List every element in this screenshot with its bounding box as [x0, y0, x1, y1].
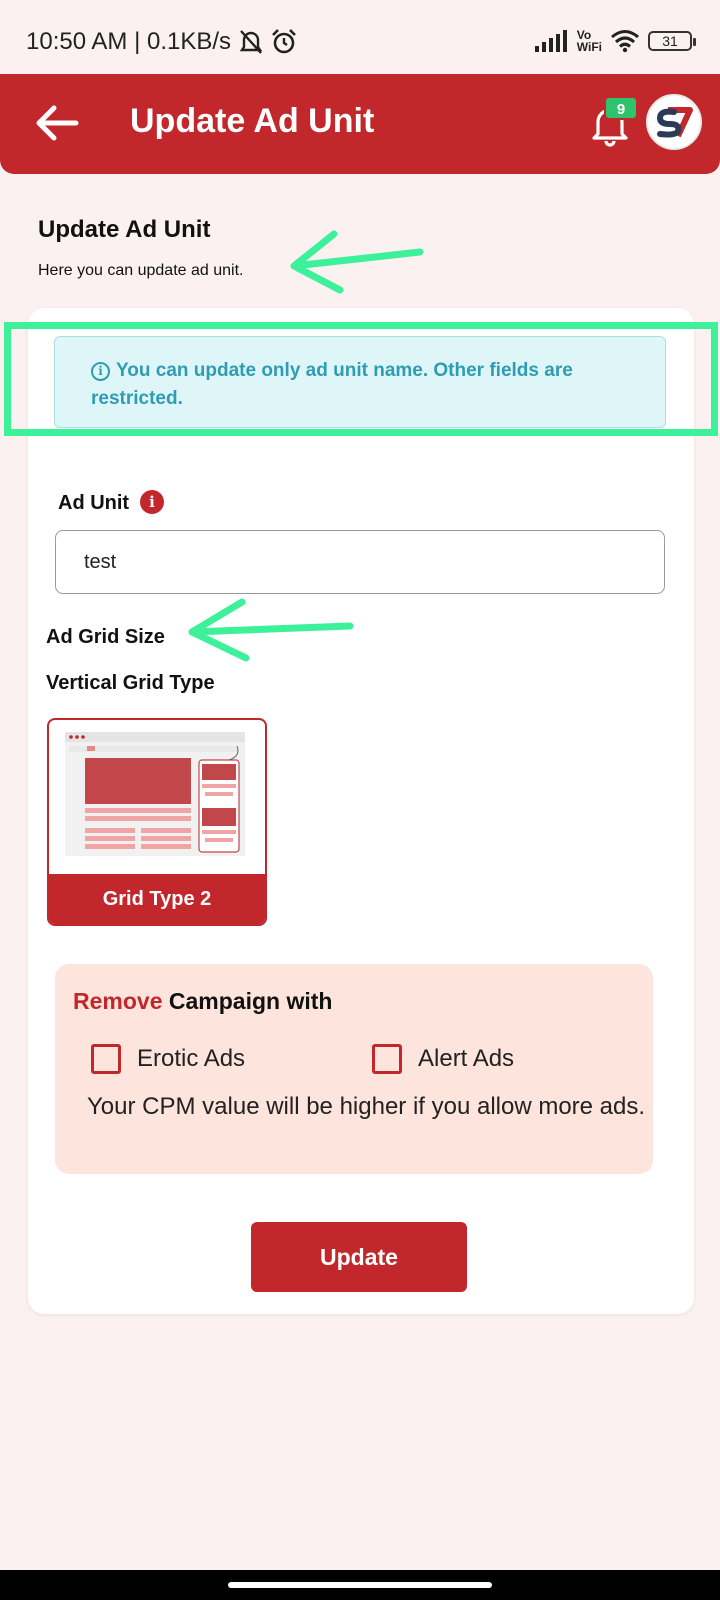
annotation-arrow-subtitle: [290, 230, 424, 294]
system-nav-bar: [0, 1570, 720, 1600]
ad-unit-input[interactable]: [55, 530, 665, 594]
erotic-ads-checkbox[interactable]: [91, 1044, 121, 1074]
alert-ads-checkbox[interactable]: [372, 1044, 402, 1074]
campaign-title-rest: Campaign with: [162, 988, 333, 1014]
header-title: Update Ad Unit: [130, 102, 375, 140]
avatar-logo: [656, 107, 693, 138]
info-icon[interactable]: i: [140, 490, 164, 514]
vowifi-indicator: Vo WiFi: [577, 29, 602, 53]
erotic-ads-option[interactable]: Erotic Ads: [91, 1042, 245, 1076]
back-arrow-icon[interactable]: [32, 100, 82, 146]
page-subtitle: Here you can update ad unit.: [38, 262, 244, 279]
grid-type-option[interactable]: Grid Type 2: [47, 718, 267, 926]
wifi-icon: [611, 30, 639, 53]
erotic-ads-label: Erotic Ads: [137, 1045, 246, 1072]
alert-ads-label: Alert Ads: [418, 1045, 515, 1072]
home-gesture-pill[interactable]: [228, 1582, 492, 1588]
update-button[interactable]: Update: [251, 1222, 467, 1292]
vowifi-bottom: WiFi: [576, 40, 602, 54]
grid-type-option-label: Grid Type 2: [49, 874, 265, 924]
ad-grid-size-label: Ad Grid Size: [46, 626, 165, 648]
app-header: Update Ad Unit 9: [0, 74, 720, 174]
campaign-title-highlight: Remove: [73, 988, 163, 1014]
battery-icon: 31: [648, 31, 696, 51]
signal-icon: [534, 30, 567, 52]
campaign-title: Remove Campaign with: [73, 988, 332, 1015]
alarm-icon: [272, 29, 296, 54]
page-title: Update Ad Unit: [38, 216, 211, 243]
remove-campaign-panel: Remove Campaign with Erotic Ads Alert Ad…: [55, 964, 653, 1174]
status-bar: 10:50 AM | 0.1KB/s Vo WiFi 31: [0, 0, 720, 74]
form-card: i You can update only ad unit name. Other…: [28, 308, 694, 1314]
notification-badge: 9: [604, 96, 638, 120]
cpm-note: Your CPM value will be higher if you all…: [87, 1093, 646, 1120]
annotation-arrow-grid-size: [188, 598, 354, 662]
alert-ads-option[interactable]: Alert Ads: [372, 1042, 514, 1076]
mute-bell-icon: [239, 30, 263, 54]
ad-unit-label: Ad Unit: [58, 492, 130, 514]
status-time: 10:50 AM | 0.1KB/s: [26, 28, 232, 55]
grid-preview-image: [65, 732, 245, 856]
grid-type-label: Vertical Grid Type: [46, 672, 215, 694]
annotation-highlight-box: [4, 322, 718, 436]
avatar[interactable]: [646, 94, 702, 150]
status-icons: Vo WiFi 31: [534, 24, 696, 58]
